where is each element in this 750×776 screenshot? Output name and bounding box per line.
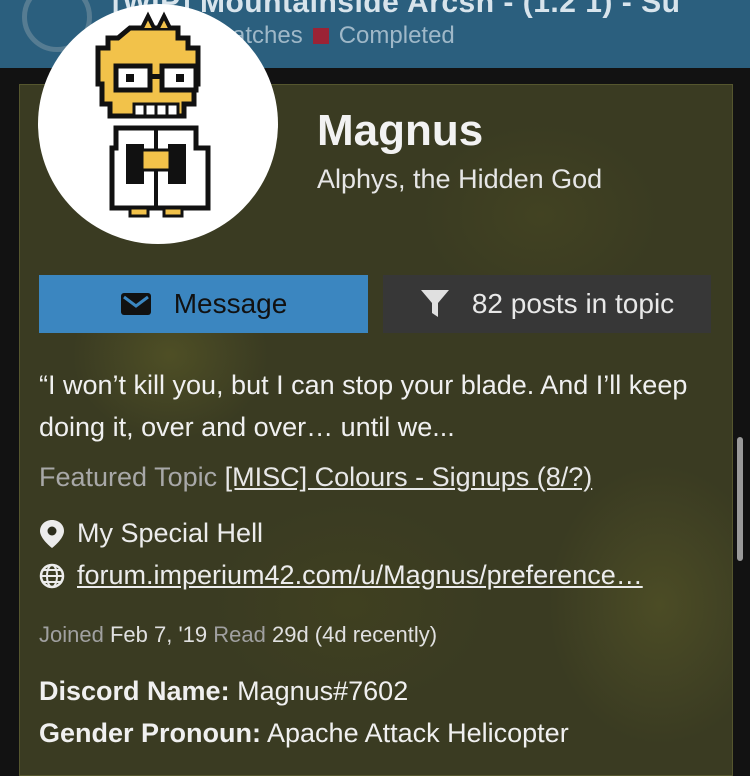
discord-field-value: Magnus#7602	[237, 676, 409, 706]
location-text: My Special Hell	[77, 518, 264, 548]
scrollbar[interactable]	[737, 437, 743, 561]
location-row: My Special Hell	[39, 518, 263, 549]
username[interactable]: Magnus	[317, 106, 483, 156]
discord-field: Discord Name: Magnus#7602	[39, 676, 408, 707]
status-color-square	[312, 28, 329, 44]
message-button[interactable]: Message	[39, 275, 368, 333]
website-link[interactable]: forum.imperium42.com/u/Magnus/preference…	[77, 560, 643, 591]
user-stats: Joined Feb 7, '19 Read 29d (4d recently)	[39, 622, 437, 648]
envelope-icon	[120, 293, 151, 315]
avatar[interactable]	[38, 4, 278, 244]
featured-topic-link[interactable]: [MISC] Colours - Signups (8/?)	[225, 462, 593, 492]
joined-label: Joined	[39, 622, 104, 647]
discord-field-name: Discord Name:	[39, 676, 230, 706]
website-row: forum.imperium42.com/u/Magnus/preference…	[39, 560, 643, 591]
featured-topic-label: Featured Topic	[39, 462, 218, 492]
read-value: 29d (4d recently)	[271, 622, 438, 647]
featured-topic: Featured Topic [MISC] Colours - Signups …	[39, 462, 592, 493]
filter-button-label: 82 posts in topic	[471, 288, 675, 319]
user-title: Alphys, the Hidden God	[317, 164, 603, 194]
map-pin-icon	[40, 519, 64, 548]
filter-posts-button[interactable]: 82 posts in topic	[383, 275, 711, 333]
message-button-label: Message	[173, 288, 288, 319]
pronoun-field-name: Gender Pronoun:	[39, 718, 261, 748]
alphys-pixel-avatar	[95, 11, 211, 218]
joined-value: Feb 7, '19	[109, 622, 208, 647]
pronoun-field: Gender Pronoun: Apache Attack Helicopter	[39, 718, 569, 749]
user-bio: “I won’t kill you, but I can stop your b…	[39, 370, 688, 442]
filter-icon	[420, 290, 449, 317]
pronoun-field-value: Apache Attack Helicopter	[267, 718, 569, 748]
globe-icon	[39, 563, 65, 588]
read-label: Read	[213, 622, 266, 647]
topic-status[interactable]: Completed	[339, 22, 455, 50]
